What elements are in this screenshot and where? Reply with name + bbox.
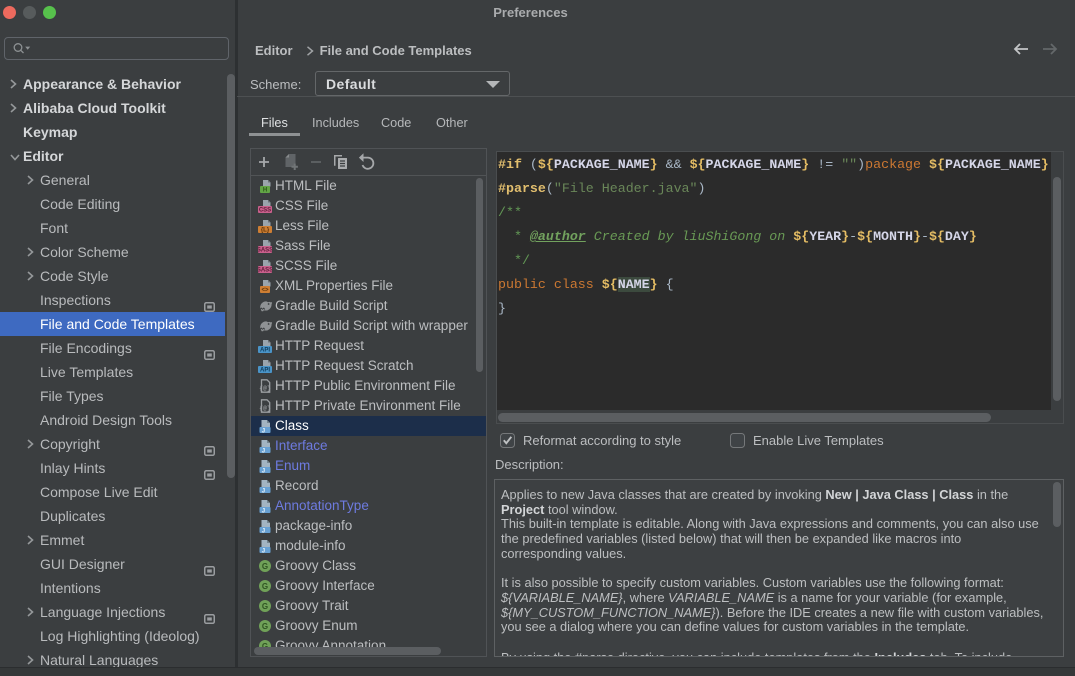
svg-text:J: J bbox=[262, 528, 265, 533]
svg-text:J: J bbox=[262, 488, 265, 493]
svg-text:{@}: {@} bbox=[259, 405, 271, 412]
svg-text:{L}: {L} bbox=[261, 228, 270, 233]
svg-text:J: J bbox=[262, 508, 265, 513]
svg-text:<>: <> bbox=[261, 288, 269, 293]
svg-text:{@}: {@} bbox=[259, 385, 271, 392]
svg-text:G: G bbox=[262, 602, 268, 611]
svg-text:G: G bbox=[262, 622, 268, 631]
svg-text:CSS: CSS bbox=[259, 208, 271, 213]
svg-text:SASS: SASS bbox=[258, 248, 272, 253]
svg-text:SASS: SASS bbox=[258, 268, 272, 273]
svg-text:G: G bbox=[262, 562, 268, 571]
svg-text:API: API bbox=[260, 348, 270, 353]
svg-text:J: J bbox=[262, 548, 265, 553]
svg-text:J: J bbox=[262, 468, 265, 473]
svg-text:J: J bbox=[262, 428, 265, 433]
svg-text:J: J bbox=[262, 448, 265, 453]
svg-text:G: G bbox=[262, 582, 268, 591]
svg-text:API: API bbox=[260, 368, 270, 373]
svg-text:H: H bbox=[263, 188, 267, 193]
